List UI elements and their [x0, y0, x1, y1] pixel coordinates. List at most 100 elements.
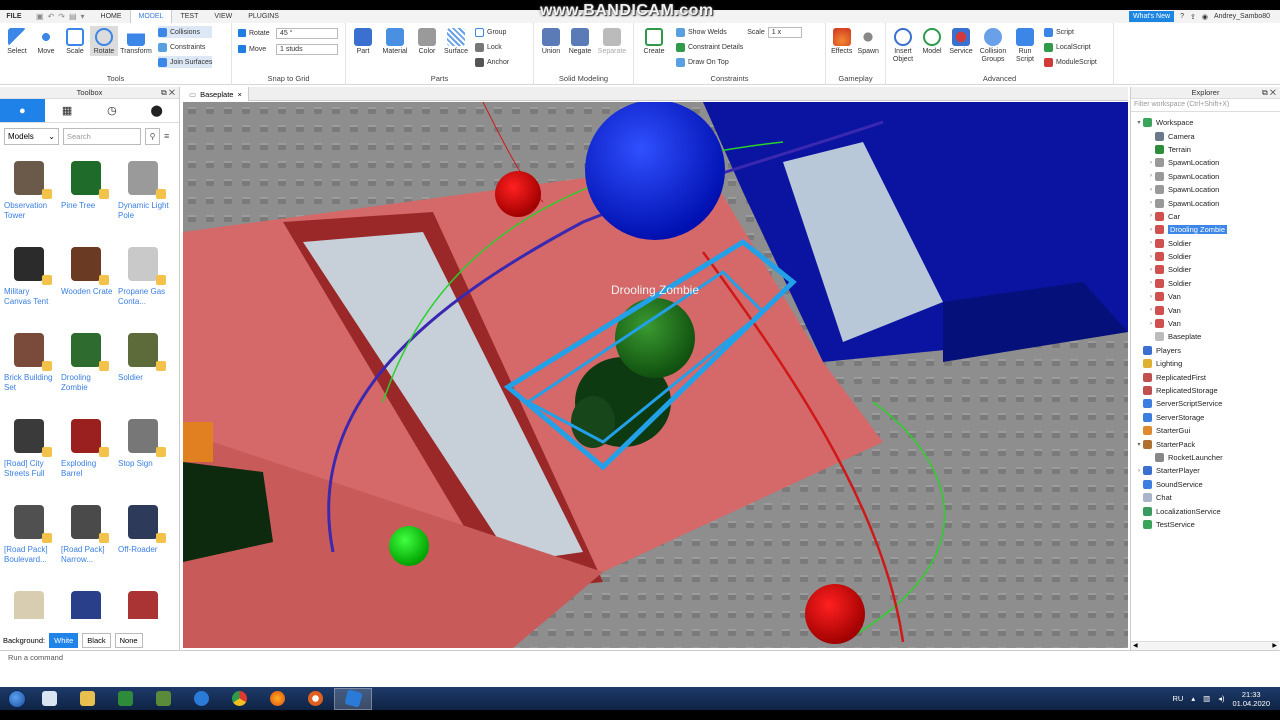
explorer-item[interactable]: StarterGui	[1131, 424, 1280, 437]
toolbox-item[interactable]	[116, 585, 171, 619]
toolbox-item[interactable]: Observation Tower	[2, 155, 57, 241]
spawn-button[interactable]: Spawn	[856, 26, 882, 56]
tab-view[interactable]: VIEW	[206, 10, 240, 23]
taskbar-firefox[interactable]	[258, 688, 296, 710]
tray-arrow-icon[interactable]: ▴	[1191, 694, 1195, 703]
collision-groups-button[interactable]: Collision Groups	[976, 26, 1010, 64]
explorer-item[interactable]: Terrain	[1131, 143, 1280, 156]
explorer-item[interactable]: Lighting	[1131, 357, 1280, 370]
lock-button[interactable]: Lock	[475, 41, 509, 53]
expand-arrow-icon[interactable]: ›	[1147, 254, 1155, 260]
expand-arrow-icon[interactable]: ›	[1147, 187, 1155, 193]
separate-button[interactable]: Separate	[595, 26, 629, 56]
join-surfaces-toggle[interactable]: Join Surfaces	[158, 56, 213, 68]
expand-arrow-icon[interactable]: ▾	[1135, 441, 1143, 448]
move-snap-input[interactable]: 1 studs	[276, 43, 338, 55]
username[interactable]: Andrey_Sambo80	[1214, 13, 1270, 20]
toolbox-item[interactable]: Pine Tree	[59, 155, 114, 241]
explorer-item[interactable]: › StarterPlayer	[1131, 464, 1280, 477]
background-white-button[interactable]: White	[49, 633, 79, 648]
explorer-item[interactable]: ReplicatedStorage	[1131, 384, 1280, 397]
tab-creations[interactable]: ⬤	[134, 99, 179, 122]
explorer-item[interactable]: › SpawnLocation	[1131, 183, 1280, 196]
toolbox-item[interactable]: [Road Pack] Boulevard...	[2, 499, 57, 585]
toolbox-item[interactable]: Propane Gas Conta...	[116, 241, 171, 327]
explorer-item[interactable]: Players	[1131, 344, 1280, 357]
effects-button[interactable]: Effects	[829, 26, 855, 56]
rotate-snap-input[interactable]: 45 °	[276, 27, 338, 39]
constraint-scale-input[interactable]: 1 x	[767, 26, 802, 38]
taskbar-explorer[interactable]	[68, 688, 106, 710]
rotate-snap-checkbox[interactable]	[238, 29, 246, 37]
explorer-item[interactable]: › Soldier	[1131, 277, 1280, 290]
taskbar-minecraft[interactable]	[144, 688, 182, 710]
help-icon[interactable]: ?	[1180, 13, 1184, 20]
taskbar-chrome[interactable]	[220, 688, 258, 710]
part-button[interactable]: Part	[349, 26, 377, 56]
explorer-item[interactable]: › Drooling Zombie	[1131, 223, 1280, 236]
expand-arrow-icon[interactable]: ▾	[1135, 119, 1143, 126]
constraint-details-toggle[interactable]: Constraint Details	[676, 41, 743, 53]
explorer-item[interactable]: › Soldier	[1131, 237, 1280, 250]
explorer-item[interactable]: Chat	[1131, 491, 1280, 504]
explorer-item[interactable]: › SpawnLocation	[1131, 196, 1280, 209]
tab-plugins[interactable]: PLUGINS	[240, 10, 287, 23]
taskbar-excel[interactable]	[106, 688, 144, 710]
toolbox-search-input[interactable]: Search	[63, 127, 141, 145]
explorer-item[interactable]: LocalizationService	[1131, 504, 1280, 517]
explorer-item[interactable]: RocketLauncher	[1131, 451, 1280, 464]
start-button[interactable]	[4, 688, 30, 710]
script-button[interactable]: Script	[1044, 26, 1097, 38]
baseplate-tab[interactable]: ▭ Baseplate ×	[183, 87, 249, 101]
toolbox-item[interactable]: [Road Pack] Narrow...	[59, 499, 114, 585]
undo-icon[interactable]: ↶	[48, 12, 55, 21]
category-dropdown[interactable]: Models ⌄	[4, 127, 59, 145]
draw-on-top-toggle[interactable]: Draw On Top	[676, 56, 743, 68]
explorer-item[interactable]: › Soldier	[1131, 263, 1280, 276]
constraints-toggle[interactable]: Constraints	[158, 41, 212, 53]
close-tab-icon[interactable]: ×	[237, 90, 241, 99]
toolbox-item[interactable]: Soldier	[116, 327, 171, 413]
select-tool[interactable]: Select	[3, 26, 31, 56]
tab-marketplace[interactable]: ●	[0, 99, 45, 122]
collisions-toggle[interactable]: Collisions	[158, 26, 213, 38]
zombie-arm[interactable]	[571, 396, 615, 448]
explorer-item[interactable]: › Van	[1131, 317, 1280, 330]
undock-icon[interactable]: ⧉	[1262, 88, 1268, 97]
file-menu[interactable]: FILE	[0, 13, 28, 20]
toolbox-item[interactable]: Dynamic Light Pole	[116, 155, 171, 241]
filter-settings-icon[interactable]: ≡	[164, 131, 169, 141]
material-button[interactable]: Material	[378, 26, 412, 56]
expand-arrow-icon[interactable]: ›	[1147, 267, 1155, 273]
tab-inventory[interactable]: ▦	[45, 99, 90, 122]
toolbox-item[interactable]: [Road] City Streets Full	[2, 413, 57, 499]
transform-tool[interactable]: Transform	[119, 26, 153, 56]
model-button[interactable]: Model	[918, 26, 946, 56]
scroll-right-icon[interactable]: ▶	[1272, 642, 1277, 649]
volume-icon[interactable]: ◂)	[1218, 694, 1224, 703]
union-button[interactable]: Union	[537, 26, 565, 56]
explorer-item[interactable]: › SpawnLocation	[1131, 170, 1280, 183]
user-avatar-icon[interactable]: ◉	[1202, 13, 1208, 21]
show-welds-toggle[interactable]: Show Welds	[676, 26, 743, 38]
expand-arrow-icon[interactable]: ›	[1147, 173, 1155, 179]
taskbar-notepad[interactable]	[30, 688, 68, 710]
quick-access-dropdown-icon[interactable]: ▾	[81, 12, 85, 21]
toolbox-item[interactable]: Military Canvas Tent	[2, 241, 57, 327]
network-icon[interactable]: ▥	[1203, 694, 1210, 703]
explorer-horizontal-scrollbar[interactable]: ◀ ▶	[1131, 641, 1279, 650]
explorer-item[interactable]: › SpawnLocation	[1131, 156, 1280, 169]
expand-arrow-icon[interactable]: ›	[1147, 294, 1155, 300]
language-indicator[interactable]: RU	[1172, 694, 1183, 703]
taskbar-ie[interactable]	[182, 688, 220, 710]
toolbox-item[interactable]: Wooden Crate	[59, 241, 114, 327]
close-icon[interactable]: ✕	[1270, 88, 1276, 97]
expand-arrow-icon[interactable]: ›	[1147, 240, 1155, 246]
expand-arrow-icon[interactable]: ›	[1147, 280, 1155, 286]
background-black-button[interactable]: Black	[82, 633, 111, 648]
blue-rotate-handle-sphere[interactable]	[585, 102, 725, 240]
explorer-item[interactable]: ServerStorage	[1131, 411, 1280, 424]
green-rotate-handle-sphere[interactable]	[389, 526, 429, 566]
surface-button[interactable]: Surface	[442, 26, 470, 56]
explorer-item[interactable]: › Van	[1131, 303, 1280, 316]
